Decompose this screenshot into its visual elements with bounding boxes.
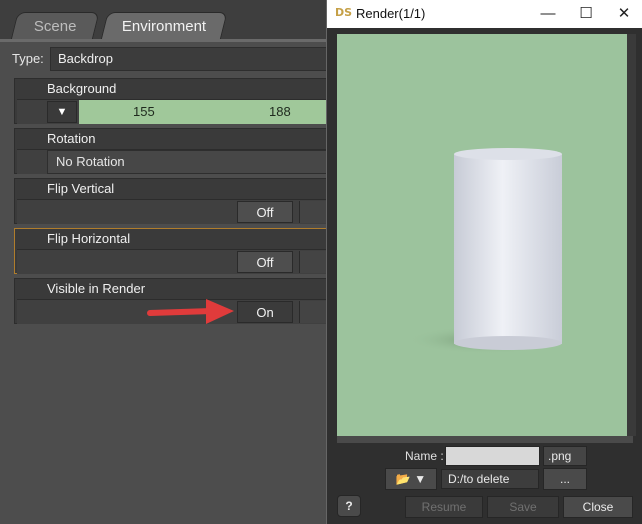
tab-scene[interactable]: Scene	[10, 12, 100, 41]
background-color-swatch[interactable]: 155 188	[79, 100, 333, 124]
background-red-value: 155	[133, 104, 155, 119]
minimize-icon[interactable]: —	[529, 0, 567, 28]
name-input[interactable]	[445, 446, 540, 466]
property-flip-vertical: Flip Vertical Off	[14, 178, 334, 224]
tab-environment-label: Environment	[121, 18, 206, 35]
environment-pane: Scene Environment Type: Backdrop Backgro…	[0, 0, 334, 524]
visible-in-render-label: Visible in Render	[47, 281, 146, 296]
horizontal-scrollbar[interactable]	[337, 436, 633, 443]
close-icon[interactable]: ✕	[605, 0, 642, 28]
property-background: Background ▼ 155 188	[14, 78, 333, 124]
rotation-select[interactable]: No Rotation	[47, 150, 333, 174]
rotation-label: Rotation	[47, 131, 96, 146]
browse-button[interactable]: ...	[543, 468, 587, 490]
render-window: DS Render(1/1) — ☐ ✕ Name: .png 📂 ▼ D:/…	[326, 0, 642, 524]
render-image	[337, 34, 633, 436]
chevron-down-icon: ▼	[414, 472, 427, 486]
background-body: ▼ 155 188	[17, 99, 333, 124]
flip-vertical-toggle[interactable]: Off	[237, 201, 293, 223]
window-title: Render(1/1)	[356, 6, 426, 21]
maximize-icon[interactable]: ☐	[567, 0, 605, 28]
cylinder-render	[407, 148, 567, 354]
tab-underline	[0, 39, 330, 42]
folder-button[interactable]: 📂 ▼	[385, 468, 437, 490]
property-rotation: Rotation No Rotation	[14, 128, 333, 174]
property-flip-horizontal: Flip Horizontal Off	[14, 228, 334, 274]
background-green-value: 188	[269, 104, 291, 119]
render-window-titlebar[interactable]: DS Render(1/1) — ☐ ✕	[327, 0, 642, 28]
format-select[interactable]: .png ▼	[543, 446, 587, 481]
name-label: Name :	[405, 449, 444, 463]
tab-scene-label: Scene	[33, 18, 77, 35]
flip-vertical-label: Flip Vertical	[47, 181, 115, 196]
type-select[interactable]: Backdrop	[50, 47, 330, 71]
background-dropdown-arrow-icon[interactable]: ▼	[47, 101, 77, 123]
tab-environment[interactable]: Environment	[100, 12, 228, 41]
vertical-scrollbar[interactable]	[627, 34, 636, 436]
background-label: Background	[47, 81, 117, 96]
flip-horizontal-toggle[interactable]: Off	[237, 251, 293, 273]
flip-horizontal-label: Flip Horizontal	[47, 231, 131, 246]
close-button[interactable]: Close	[563, 496, 633, 518]
save-button[interactable]: Save	[487, 496, 559, 518]
path-field[interactable]: D:/to delete	[441, 469, 539, 489]
folder-icon: 📂	[395, 472, 411, 486]
rotation-body: No Rotation	[17, 149, 333, 174]
visible-in-render-toggle[interactable]: On	[237, 301, 293, 323]
tab-bar: Scene Environment	[0, 0, 330, 41]
daz-studio-icon: DS	[335, 6, 353, 19]
type-label: Type:	[12, 51, 44, 66]
help-button[interactable]: ?	[337, 495, 361, 517]
red-arrow-icon	[147, 299, 234, 324]
flip-vertical-body: Off	[17, 199, 334, 224]
resume-button[interactable]: Resume	[405, 496, 483, 518]
flip-horizontal-body: Off	[17, 249, 334, 274]
type-row: Type: Backdrop	[0, 46, 330, 72]
